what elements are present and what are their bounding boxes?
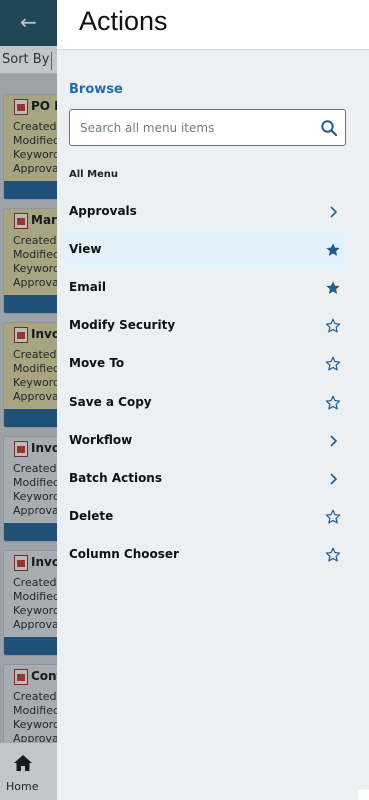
search-input[interactable] <box>70 110 310 145</box>
panel-edge <box>358 790 369 800</box>
menu-item-label: Workflow <box>69 432 133 447</box>
star-filled-icon[interactable] <box>325 242 341 258</box>
search-icon[interactable] <box>320 119 338 137</box>
menu-item-batch-actions[interactable]: Batch Actions <box>63 460 347 498</box>
search-field[interactable] <box>69 109 346 146</box>
menu-item-save-a-copy[interactable]: Save a Copy <box>63 384 347 422</box>
chevron-right-icon <box>325 204 341 220</box>
menu-item-label: Email <box>69 280 107 295</box>
browse-heading: Browse <box>69 82 123 97</box>
menu-item-move-to[interactable]: Move To <box>63 345 347 383</box>
star-filled-icon[interactable] <box>325 280 341 296</box>
actions-panel: Actions Browse All Menu Approvals View Ema… <box>57 0 369 800</box>
menu-item-label: Batch Actions <box>69 470 162 485</box>
star-outline-icon[interactable] <box>325 395 341 411</box>
star-outline-icon[interactable] <box>325 318 341 334</box>
menu-item-label: Save a Copy <box>69 394 152 409</box>
menu-item-label: View <box>69 242 102 257</box>
star-outline-icon[interactable] <box>325 547 341 563</box>
menu-item-modify-security[interactable]: Modify Security <box>63 307 347 345</box>
chevron-right-icon <box>325 471 341 487</box>
menu-item-delete[interactable]: Delete <box>63 498 347 536</box>
panel-header: Actions <box>57 0 369 50</box>
menu-item-label: Modify Security <box>69 318 176 333</box>
menu-item-label: Approvals <box>69 204 137 218</box>
menu-item-label: Move To <box>69 356 125 371</box>
chevron-right-icon <box>325 433 341 449</box>
menu-item-label: Delete <box>69 508 114 523</box>
menu-item-workflow[interactable]: Workflow <box>63 422 347 460</box>
panel-title: Actions <box>79 6 168 36</box>
star-outline-icon[interactable] <box>325 356 341 372</box>
menu-item-email[interactable]: Email <box>63 269 347 307</box>
star-outline-icon[interactable] <box>325 509 341 525</box>
menu-item-column-chooser[interactable]: Column Chooser <box>63 536 347 574</box>
all-menu-heading: All Menu <box>69 169 119 180</box>
menu-item-view[interactable]: View <box>63 231 347 270</box>
menu-item-approvals[interactable]: Approvals <box>63 193 347 231</box>
menu-item-label: Column Chooser <box>69 546 179 561</box>
